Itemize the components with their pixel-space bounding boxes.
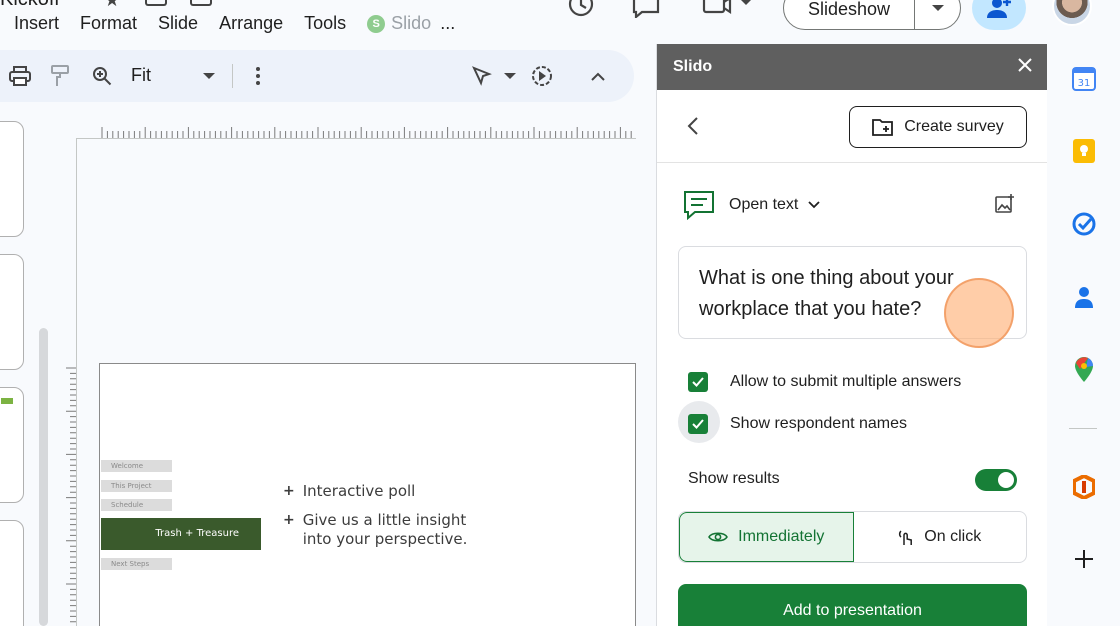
slide-thumbnail[interactable]	[0, 121, 24, 237]
zoom-select[interactable]: Fit	[131, 65, 151, 86]
star-icon[interactable]: ★	[104, 0, 120, 11]
slideshow-button[interactable]: Slideshow	[783, 0, 961, 30]
comments-icon[interactable]	[632, 0, 660, 23]
move-icon[interactable]	[145, 0, 167, 6]
thumbnail-accent	[1, 398, 13, 404]
horizontal-ruler	[101, 127, 632, 138]
transition-icon[interactable]	[530, 64, 554, 88]
menu-slido[interactable]: S Slido	[367, 13, 431, 34]
chevron-down-icon	[931, 5, 944, 11]
agenda-item: Schedule	[101, 499, 172, 511]
agenda-item: Next Steps	[101, 558, 172, 570]
chevron-down-icon	[808, 201, 821, 209]
slide-canvas[interactable]: Welcome This Project Schedule Trash + Tr…	[99, 363, 636, 626]
menu-slide[interactable]: Slide	[158, 13, 198, 34]
option-label: Allow to submit multiple answers	[730, 373, 962, 390]
on-click-option[interactable]: On click	[854, 512, 1027, 562]
agenda-item-active: Trash + Treasure	[101, 518, 261, 550]
slido-logo-icon: S	[367, 14, 386, 33]
click-indicator	[944, 278, 1014, 348]
top-header: Kickoff ★ Insert Format Slide Arrange To…	[0, 0, 1092, 44]
bullet-item: + Interactive poll	[283, 482, 498, 501]
menu-tools[interactable]: Tools	[304, 13, 346, 34]
filmstrip-scrollbar[interactable]	[39, 328, 48, 626]
zoom-icon[interactable]	[90, 64, 114, 88]
panel-title: Slido	[673, 58, 713, 75]
keep-icon[interactable]	[1071, 138, 1097, 164]
select-dropdown-icon[interactable]	[498, 64, 522, 88]
contacts-icon[interactable]	[1071, 284, 1097, 310]
vertical-ruler	[66, 367, 76, 623]
slide-thumbnail[interactable]	[0, 254, 24, 370]
panel-header: Slido	[657, 44, 1047, 90]
agenda-item: Welcome	[101, 460, 172, 472]
add-icon[interactable]	[1071, 546, 1097, 572]
maps-icon[interactable]	[1071, 357, 1097, 383]
document-title[interactable]: Kickoff	[0, 0, 60, 11]
immediately-option[interactable]: Immediately	[679, 512, 854, 562]
folder-add-icon	[872, 119, 894, 136]
back-icon[interactable]	[687, 116, 699, 141]
add-person-icon	[987, 0, 1011, 18]
more-options-icon[interactable]	[246, 64, 270, 88]
version-history-icon[interactable]	[566, 0, 596, 25]
menu-bar: Insert Format Slide Arrange Tools S Slid…	[14, 13, 455, 34]
question-type-label: Open text	[729, 196, 799, 213]
share-button[interactable]	[972, 0, 1026, 30]
results-timing-selector: Immediately On click	[678, 511, 1027, 563]
collapse-toolbar-icon[interactable]	[586, 64, 610, 88]
zoom-dropdown-icon[interactable]	[197, 64, 221, 88]
on-click-label: On click	[924, 528, 982, 545]
meet-icon[interactable]	[702, 0, 754, 23]
slideshow-label: Slideshow	[807, 0, 891, 19]
create-survey-label: Create survey	[904, 118, 1004, 135]
menu-insert[interactable]: Insert	[14, 13, 59, 34]
option-multiple-answers[interactable]: Allow to submit multiple answers	[688, 372, 961, 392]
calendar-icon[interactable]: 31	[1071, 66, 1097, 92]
bullet-text: Give us a little insight into your persp…	[302, 511, 468, 548]
create-survey-button[interactable]: Create survey	[849, 106, 1027, 148]
paint-format-icon[interactable]	[48, 64, 72, 88]
select-arrow-icon[interactable]	[470, 64, 494, 88]
immediately-label: Immediately	[738, 528, 825, 545]
slide-thumbnail[interactable]	[0, 387, 24, 503]
add-to-presentation-button[interactable]: Add to presentation	[678, 584, 1027, 626]
slide-bullet-list: + Interactive poll + Give us a little in…	[283, 482, 498, 559]
plus-icon: +	[283, 483, 295, 499]
menu-arrange[interactable]: Arrange	[219, 13, 283, 34]
slido-panel: Slido Create survey Open text What is on…	[656, 44, 1048, 626]
checkbox-checked-icon[interactable]	[688, 372, 708, 392]
question-type-select[interactable]: Open text	[683, 190, 821, 220]
show-results-toggle[interactable]	[975, 469, 1017, 491]
calendar-day: 31	[1078, 78, 1091, 89]
checkbox-checked-icon[interactable]	[688, 414, 708, 434]
menu-more[interactable]: ...	[440, 13, 455, 34]
slide-thumbnail[interactable]	[0, 520, 24, 626]
option-respondent-names[interactable]: Show respondent names	[688, 414, 907, 434]
rail-divider	[1069, 428, 1097, 429]
toolbar: Fit	[0, 50, 634, 102]
tap-icon	[899, 530, 913, 545]
close-icon[interactable]	[1017, 57, 1033, 78]
menu-format[interactable]: Format	[80, 13, 137, 34]
option-label: Show respondent names	[730, 415, 907, 432]
panel-divider	[657, 162, 1048, 163]
bullet-text: Interactive poll	[302, 482, 416, 500]
cloud-status-icon[interactable]	[190, 0, 212, 6]
eye-icon	[708, 532, 729, 542]
slideshow-dropdown[interactable]	[914, 0, 960, 29]
agenda-item: This Project	[101, 480, 172, 492]
open-text-icon	[684, 191, 714, 220]
toolbar-divider	[232, 64, 233, 88]
office-icon[interactable]	[1071, 474, 1097, 500]
avatar[interactable]	[1052, 0, 1092, 26]
side-panel-rail: 31	[1047, 44, 1120, 626]
bullet-item: + Give us a little insight into your per…	[283, 511, 498, 549]
show-results-label: Show results	[688, 470, 780, 487]
tasks-icon[interactable]	[1071, 211, 1097, 237]
print-icon[interactable]	[8, 64, 32, 88]
add-image-icon[interactable]	[995, 194, 1015, 219]
plus-icon: +	[283, 512, 295, 528]
menu-slido-label: Slido	[391, 13, 432, 33]
